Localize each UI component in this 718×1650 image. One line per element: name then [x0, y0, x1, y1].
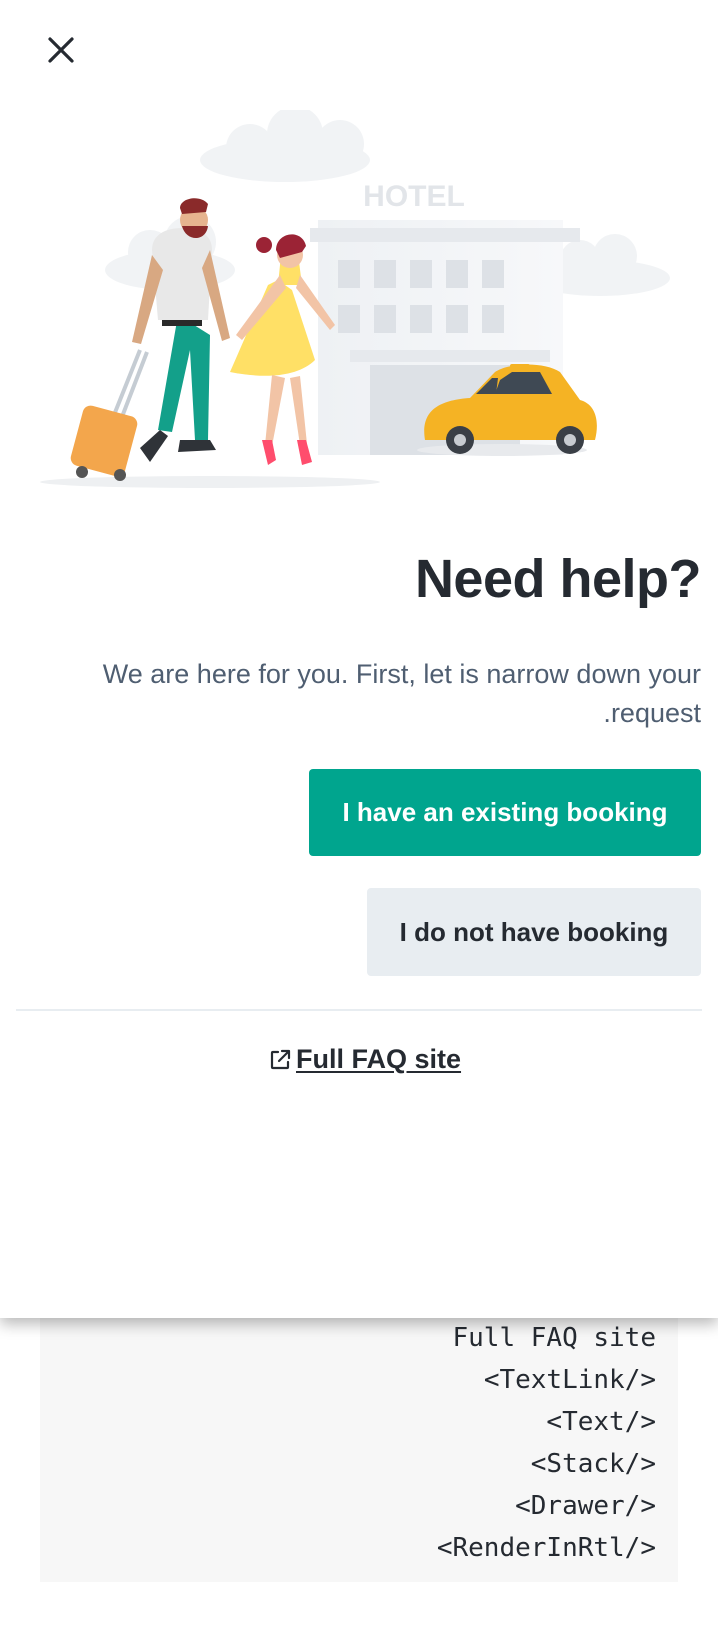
help-drawer: HOTEL ?Need help We are here for you. Fi…: [0, 0, 718, 1318]
code-line: <RenderInRtl/>: [436, 1533, 656, 1563]
close-button[interactable]: [38, 27, 84, 73]
no-booking-button[interactable]: I do not have booking: [367, 888, 701, 976]
code-line: <Stack/>: [530, 1449, 656, 1479]
drawer-description: We are here for you. First, let is narro…: [102, 659, 701, 728]
drawer-title: ?Need help: [414, 549, 702, 609]
divider: [16, 1009, 702, 1011]
hotel-sign: HOTEL: [363, 180, 465, 213]
code-line: Full FAQ site: [452, 1323, 657, 1353]
travel-illustration: HOTEL: [40, 110, 670, 488]
code-line: <Text/>: [546, 1407, 656, 1437]
external-link-icon: [270, 1049, 291, 1069]
suitcase: [70, 349, 149, 481]
close-icon: [48, 37, 74, 63]
code-line: <Drawer/>: [515, 1491, 656, 1521]
faq-link-label: Full FAQ site: [296, 1044, 462, 1074]
code-line: <TextLink/>: [483, 1365, 656, 1395]
faq-link[interactable]: Full FAQ site: [268, 1044, 461, 1075]
existing-booking-button[interactable]: I have an existing booking: [309, 769, 701, 856]
